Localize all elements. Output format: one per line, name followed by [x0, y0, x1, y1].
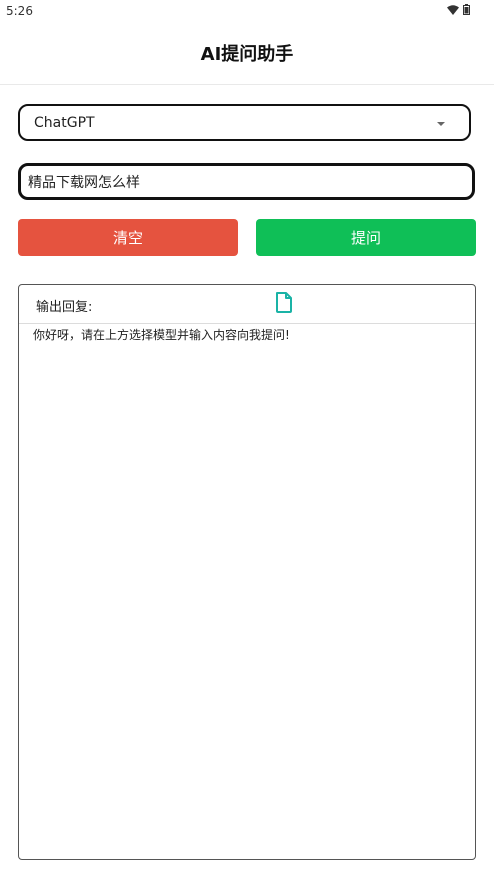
status-bar: 5:26	[0, 0, 494, 22]
output-text: 你好呀，请在上方选择模型并输入内容向我提问!	[33, 328, 290, 342]
question-input[interactable]	[18, 163, 475, 200]
battery-icon	[463, 4, 470, 15]
model-select[interactable]: ChatGPT	[18, 104, 471, 141]
status-icons	[447, 4, 470, 15]
model-select-value: ChatGPT	[34, 114, 95, 131]
wifi-icon	[447, 4, 459, 15]
ask-button[interactable]: 提问	[256, 219, 476, 256]
file-icon[interactable]	[275, 292, 293, 313]
output-label: 输出回复:	[36, 300, 93, 315]
output-header: 输出回复:	[19, 285, 475, 324]
status-time: 5:26	[6, 4, 33, 18]
output-panel: 输出回复: 你好呀，请在上方选择模型并输入内容向我提问!	[18, 284, 476, 860]
page-title: AI提问助手	[200, 44, 294, 65]
app-header: AI提问助手	[0, 22, 494, 85]
dropdown-caret-icon	[437, 122, 445, 126]
clear-button[interactable]: 清空	[18, 219, 238, 256]
